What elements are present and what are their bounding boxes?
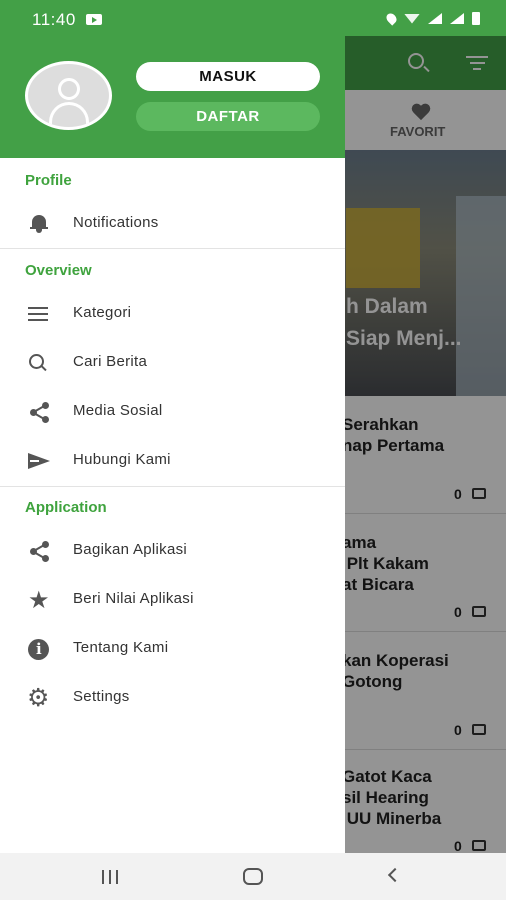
back-icon[interactable]: [387, 867, 403, 883]
menu-item-kategori[interactable]: Kategori: [0, 292, 345, 336]
menu-item-label: Bagikan Aplikasi: [73, 541, 188, 558]
drawer-header: MASUK DAFTAR: [0, 36, 345, 158]
battery-icon: [472, 12, 480, 25]
menu-icon: [28, 307, 50, 327]
avatar-body: [49, 102, 89, 124]
menu-item-beri-nilai[interactable]: Beri Nilai Aplikasi: [0, 578, 345, 622]
youtube-notification-icon: [86, 14, 102, 25]
login-button[interactable]: MASUK: [136, 62, 320, 91]
menu-item-media-sosial[interactable]: Media Sosial: [0, 390, 345, 434]
send-icon: [28, 451, 50, 471]
menu-item-label: Beri Nilai Aplikasi: [73, 590, 194, 607]
menu-item-tentang-kami[interactable]: Tentang Kami: [0, 627, 345, 671]
share-icon: [28, 402, 50, 423]
wifi-icon: [404, 13, 420, 24]
menu-item-label: Notifications: [73, 214, 159, 231]
location-icon: [384, 11, 399, 26]
menu-item-hubungi-kami[interactable]: Hubungi Kami: [0, 439, 345, 483]
status-icons: [384, 11, 480, 26]
search-icon: [28, 353, 50, 373]
signal-icon-2: [450, 13, 464, 24]
avatar-head: [58, 78, 80, 100]
section-profile: Profile: [25, 172, 72, 189]
section-overview: Overview: [25, 262, 92, 279]
gear-icon: [27, 683, 50, 712]
menu-item-settings[interactable]: Settings: [0, 676, 345, 720]
divider: [0, 248, 345, 249]
navigation-drawer: MASUK DAFTAR Profile Notifications Overv…: [0, 36, 345, 853]
menu-item-cari-berita[interactable]: Cari Berita: [0, 341, 345, 385]
status-bar: 11:40: [0, 0, 506, 36]
status-time: 11:40: [32, 10, 76, 29]
menu-item-label: Hubungi Kami: [73, 451, 171, 468]
signal-icon: [428, 13, 442, 24]
info-icon: [28, 639, 50, 660]
menu-item-label: Cari Berita: [73, 353, 148, 370]
menu-item-label: Tentang Kami: [73, 639, 169, 656]
home-icon[interactable]: [243, 868, 263, 885]
system-nav-bar: [0, 853, 506, 900]
section-application: Application: [25, 499, 107, 516]
menu-item-bagikan-aplikasi[interactable]: Bagikan Aplikasi: [0, 529, 345, 573]
star-icon: [28, 586, 50, 614]
menu-item-label: Settings: [73, 688, 130, 705]
avatar[interactable]: [25, 61, 112, 130]
share-icon: [28, 541, 50, 562]
menu-item-notifications[interactable]: Notifications: [0, 202, 345, 246]
bell-icon: [28, 214, 50, 234]
menu-item-label: Kategori: [73, 304, 132, 321]
divider: [0, 486, 345, 487]
recent-apps-icon[interactable]: [102, 870, 120, 884]
register-button[interactable]: DAFTAR: [136, 102, 320, 131]
menu-item-label: Media Sosial: [73, 402, 163, 419]
